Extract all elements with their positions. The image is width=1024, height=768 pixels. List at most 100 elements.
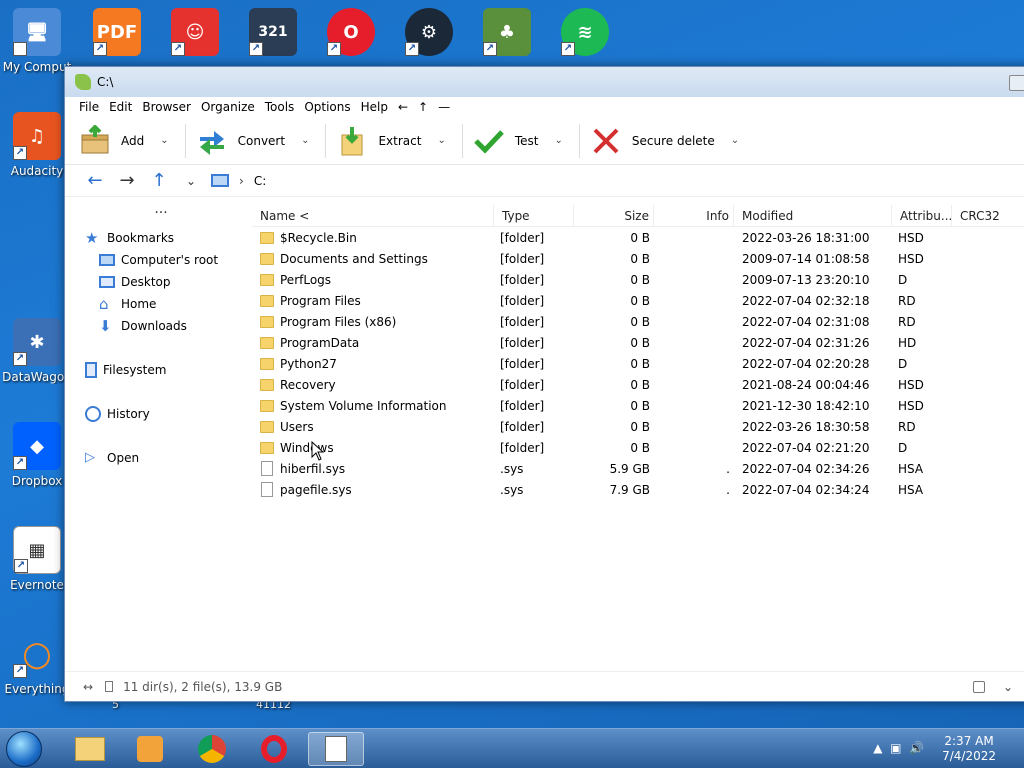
desktop-icon-media-player[interactable]: 321 ↗ — [238, 8, 308, 56]
forward-arrow-icon[interactable]: → — [111, 170, 143, 191]
chevron-down-icon[interactable]: ⌄ — [731, 135, 739, 146]
address-path[interactable]: C: — [254, 174, 266, 188]
up-arrow-icon[interactable]: ↑ — [143, 170, 175, 191]
file-row[interactable]: Program Files [folder] 0 B 2022-07-04 02:32… — [252, 290, 1024, 311]
column-header-name[interactable]: Name < — [252, 205, 494, 226]
chevron-down-icon[interactable]: ⌄ — [437, 135, 445, 146]
file-row[interactable]: PerfLogs [folder] 0 B 2009-07-13 23:20:10 D — [252, 269, 1024, 290]
add-button[interactable]: Add ⌄ — [79, 121, 169, 161]
file-info: . — [726, 461, 730, 476]
file-row[interactable]: System Volume Information [folder] 0 B 2021… — [252, 395, 1024, 416]
file-name: Recovery — [280, 377, 336, 392]
foxit-pdf-icon: PDF ↗ — [93, 8, 141, 56]
menu-browser[interactable]: Browser — [142, 100, 191, 114]
desktop-icon-steam[interactable]: ⚙ ↗ — [394, 8, 464, 56]
desktop-icon-opera[interactable]: O ↗ — [316, 8, 386, 56]
file-row[interactable]: ProgramData [folder] 0 B 2022-07-04 02:31:2… — [252, 332, 1024, 353]
chevron-down-icon[interactable]: ⌄ — [160, 135, 168, 146]
sidebar-item-bookmarks[interactable]: ★ Bookmarks — [71, 227, 251, 249]
menu-up-arrow[interactable]: ↑ — [418, 100, 428, 114]
folder-icon — [260, 378, 274, 391]
file-type: [folder] — [500, 335, 545, 350]
desktop-icon-my-computer[interactable]: 🖥 My Comput — [2, 8, 72, 74]
clock[interactable]: 2:37 AM 7/4/2022 — [942, 734, 996, 764]
menu-help[interactable]: Help — [361, 100, 388, 114]
start-button[interactable] — [6, 731, 42, 767]
file-size: 0 B — [630, 419, 650, 434]
column-header-attributes[interactable]: Attribu... — [892, 205, 952, 226]
taskbar-media-player[interactable] — [122, 732, 178, 766]
lock-icon[interactable] — [973, 680, 985, 693]
file-modified: 2009-07-14 01:08:58 — [742, 251, 870, 266]
menu-options[interactable]: Options — [304, 100, 350, 114]
extract-button[interactable]: Extract ⌄ — [336, 121, 446, 161]
file-type: [folder] — [500, 356, 545, 371]
desktop-icon-foxit[interactable]: PDF ↗ — [82, 8, 152, 56]
back-arrow-icon[interactable]: ← — [79, 170, 111, 191]
computer-icon: 🖥 — [13, 8, 61, 56]
minimize-button[interactable] — [1009, 75, 1024, 91]
chevron-down-icon[interactable]: ⌄ — [301, 135, 309, 146]
desktop-icon-evernote[interactable]: ▦ ↗ Evernote — [2, 526, 72, 592]
file-row[interactable]: Documents and Settings [folder] 0 B 2009-07… — [252, 248, 1024, 269]
sidebar-item-filesystem[interactable]: Filesystem — [71, 359, 251, 381]
column-header-modified[interactable]: Modified — [734, 205, 892, 226]
chevron-down-icon[interactable]: ⌄ — [175, 174, 207, 188]
taskbar-chrome[interactable] — [184, 732, 240, 766]
convert-button[interactable]: Convert ⌄ — [196, 121, 309, 161]
file-row[interactable]: Users [folder] 0 B 2022-03-26 18:30:58 RD — [252, 416, 1024, 437]
test-button[interactable]: Test ⌄ — [473, 121, 563, 161]
menu-back-arrow[interactable]: ← — [398, 100, 408, 114]
file-row[interactable]: Windows [folder] 0 B 2022-07-04 02:21:20 D — [252, 437, 1024, 458]
sidebar-item-home[interactable]: ⌂ Home — [71, 293, 251, 315]
desktop-icon-datawagon[interactable]: ✱ ↗ DataWagon — [2, 318, 72, 384]
file-name: PerfLogs — [280, 272, 332, 287]
desktop-icon-gom[interactable]: ☺ ↗ — [160, 8, 230, 56]
file-size: 0 B — [630, 377, 650, 392]
desktop-icon-label: Evernote — [10, 578, 64, 592]
taskbar-opera[interactable] — [246, 732, 302, 766]
title-bar[interactable]: C:\ — [65, 67, 1024, 97]
column-header-type[interactable]: Type — [494, 205, 574, 226]
peazip-window: C:\ File Edit Browser Organize Tools Opt… — [64, 66, 1024, 702]
file-row[interactable]: Recovery [folder] 0 B 2021-08-24 00:04:46 HS… — [252, 374, 1024, 395]
menu-organize[interactable]: Organize — [201, 100, 255, 114]
column-header-size[interactable]: Size — [574, 205, 654, 226]
system-tray[interactable]: ▲ ▣ 🔊 — [873, 741, 924, 755]
file-row[interactable]: pagefile.sys .sys 7.9 GB. 2022-07-04 02:34:… — [252, 479, 1024, 500]
file-row[interactable]: $Recycle.Bin [folder] 0 B 2022-03-26 18:31:… — [252, 227, 1024, 248]
file-row[interactable]: Python27 [folder] 0 B 2022-07-04 02:20:28 D — [252, 353, 1024, 374]
desktop-icon-audacity[interactable]: ♫ ↗ Audacity — [2, 112, 72, 178]
file-row[interactable]: Program Files (x86) [folder] 0 B 2022-07-04… — [252, 311, 1024, 332]
sidebar-item-desktop[interactable]: Desktop — [71, 271, 251, 293]
taskbar-explorer[interactable] — [62, 732, 118, 766]
chevron-down-icon[interactable]: ⌄ — [554, 135, 562, 146]
add-archive-icon — [79, 123, 111, 157]
chevron-down-icon[interactable]: ⌄ — [1003, 680, 1013, 694]
desktop-icon-dropbox[interactable]: ◆ ↗ Dropbox — [2, 422, 72, 488]
desktop-icon-label: Dropbox — [11, 474, 63, 488]
menu-minimize-dash[interactable]: — — [438, 100, 450, 114]
resize-arrows-icon[interactable]: ↔ — [83, 680, 93, 694]
filesystem-icon — [85, 362, 97, 378]
sidebar-item-open[interactable]: ▷ Open — [71, 447, 251, 469]
menu-edit[interactable]: Edit — [109, 100, 132, 114]
computer-icon[interactable] — [211, 174, 229, 187]
address-bar: ← → ↑ ⌄ › C: — [65, 165, 1024, 197]
status-bar: ↔ 11 dir(s), 2 file(s), 13.9 GB ⌄ — [65, 671, 1024, 701]
taskbar-peazip[interactable] — [308, 732, 364, 766]
file-type: [folder] — [500, 398, 545, 413]
desktop-icon-wisedisk[interactable]: ♣ ↗ — [472, 8, 542, 56]
sidebar-item-downloads[interactable]: ⬇ Downloads — [71, 315, 251, 337]
desktop-icon-everything[interactable]: ○ ↗ Everything — [2, 630, 72, 696]
desktop-icon-spotify[interactable]: ≋ ↗ — [550, 8, 620, 56]
sidebar-item-computers-root[interactable]: Computer's root — [71, 249, 251, 271]
sidebar-item-history[interactable]: History — [71, 403, 251, 425]
sidebar-more[interactable]: ··· — [71, 205, 251, 227]
column-header-crc32[interactable]: CRC32 — [952, 205, 1022, 226]
menu-tools[interactable]: Tools — [265, 100, 295, 114]
secure-delete-button[interactable]: Secure delete ⌄ — [590, 121, 739, 161]
menu-file[interactable]: File — [79, 100, 99, 114]
file-row[interactable]: hiberfil.sys .sys 5.9 GB. 2022-07-04 02:34:… — [252, 458, 1024, 479]
column-header-info[interactable]: Info — [654, 205, 734, 226]
